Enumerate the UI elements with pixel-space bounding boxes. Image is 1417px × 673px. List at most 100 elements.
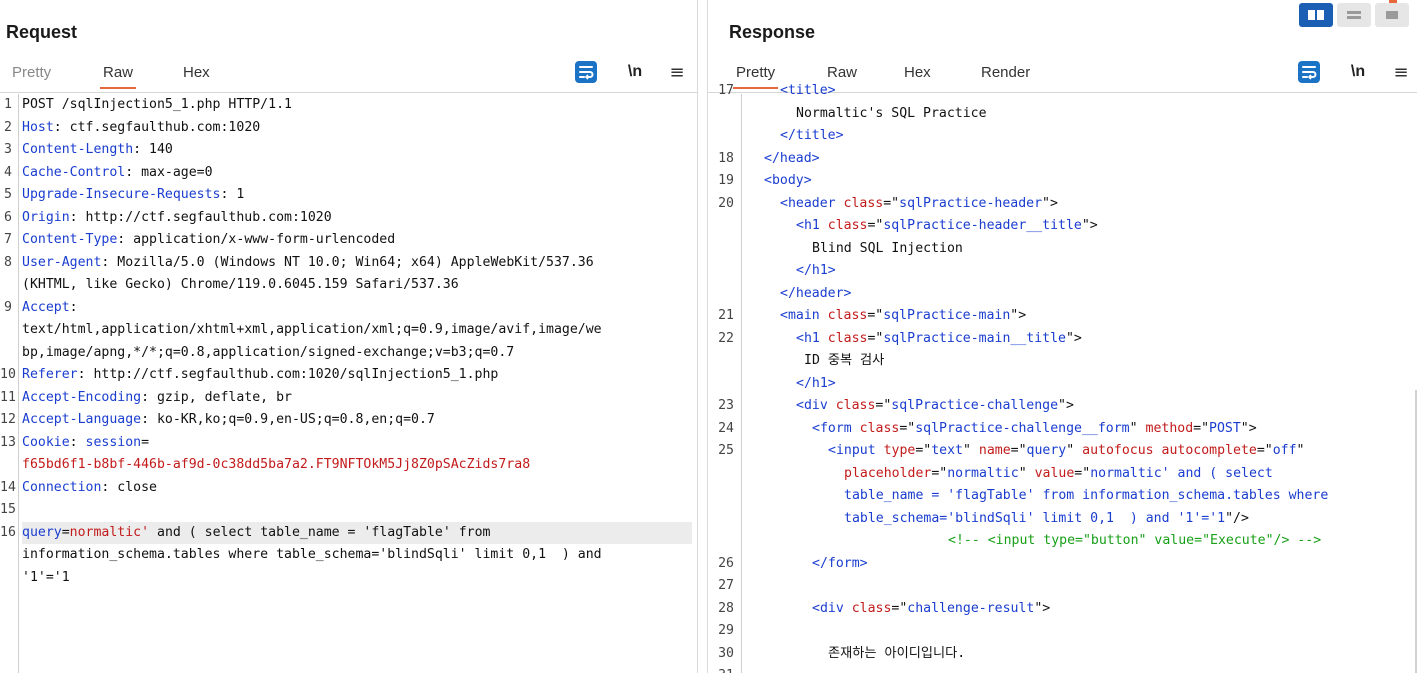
code-line: query=normaltic' and ( select table_name… bbox=[22, 521, 692, 544]
code-token: =" bbox=[891, 600, 908, 616]
code-line: Normaltic's SQL Practice bbox=[796, 103, 987, 126]
request-editor[interactable]: 1 POST /sqlInjection5_1.php HTTP/1.1 2 Host… bbox=[0, 94, 697, 673]
code-token: text bbox=[931, 443, 963, 458]
code-token: : max-age=0 bbox=[125, 164, 213, 180]
line-number: 11 bbox=[0, 389, 16, 405]
code-line: Blind SQL Injection bbox=[812, 238, 963, 261]
single-pane-icon[interactable] bbox=[1375, 3, 1409, 27]
code-token: User-Agent bbox=[22, 254, 102, 270]
code-token: <form bbox=[812, 420, 860, 436]
code-token: Accept-Encoding bbox=[22, 389, 142, 405]
code-token: =" bbox=[915, 443, 932, 458]
code-line: <h1 class="sqlPractice-main__title"> bbox=[796, 328, 1082, 351]
code-token: " bbox=[1296, 443, 1305, 458]
code-line: Origin: http://ctf.segfaulthub.com:1020 bbox=[22, 207, 332, 230]
code-token: <h1 bbox=[796, 330, 828, 346]
code-token: sqlPractice-main__title bbox=[883, 330, 1066, 346]
response-tab-render[interactable]: Render bbox=[981, 64, 1030, 81]
response-tab-hex[interactable]: Hex bbox=[904, 64, 931, 81]
line-number: 28 bbox=[718, 600, 734, 616]
code-token: class bbox=[859, 420, 900, 436]
code-token: " bbox=[1018, 465, 1035, 481]
wrap-lines-icon[interactable] bbox=[1298, 61, 1320, 83]
response-editor[interactable]: 17 <title> Normaltic's SQL Practice </title… bbox=[708, 83, 1417, 673]
code-token: normaltic' bbox=[69, 524, 150, 540]
code-token: </h1> bbox=[796, 263, 836, 278]
code-token: "> bbox=[1042, 195, 1058, 211]
code-token: : close bbox=[101, 479, 157, 495]
line-number: 1 bbox=[4, 97, 12, 112]
code-token: Content-Length bbox=[22, 142, 134, 157]
code-token: sqlPractice-main bbox=[883, 308, 1011, 323]
code-token: <title> bbox=[780, 83, 836, 98]
code-line: f65bd6f1-b8bf-446b-af9d-0c38dd5ba7a2.FT9… bbox=[22, 454, 530, 477]
line-number: 19 bbox=[718, 173, 734, 188]
response-tab-pretty[interactable]: Pretty bbox=[732, 64, 779, 89]
code-token: =" bbox=[931, 465, 948, 481]
code-token: normaltic' and ( select bbox=[1090, 465, 1273, 481]
code-token: "> bbox=[1058, 398, 1074, 413]
code-token: : bbox=[69, 299, 78, 315]
code-token: : bbox=[69, 434, 86, 450]
code-token: : 140 bbox=[133, 142, 173, 157]
code-token: </h1> bbox=[796, 375, 836, 391]
code-token: <input bbox=[828, 443, 884, 458]
request-tab-pretty[interactable]: Pretty bbox=[12, 64, 51, 81]
code-line: Content-Length: 140 bbox=[22, 139, 173, 162]
line-number: 27 bbox=[718, 578, 734, 593]
request-tab-raw[interactable]: Raw bbox=[99, 64, 137, 89]
line-number: 18 bbox=[718, 150, 734, 166]
line-number: 22 bbox=[718, 330, 734, 346]
code-token: </title> bbox=[780, 128, 844, 143]
code-token: Connection bbox=[22, 479, 102, 495]
menu-icon[interactable]: ≡ bbox=[667, 61, 687, 83]
code-token: </form> bbox=[812, 555, 868, 571]
code-token: class bbox=[851, 600, 892, 616]
code-token: normaltic bbox=[947, 465, 1019, 481]
code-line: <!-- <input type="button" value="Execute… bbox=[948, 530, 1321, 553]
code-line: </title> bbox=[780, 125, 844, 148]
split-horizontal-icon[interactable] bbox=[1299, 3, 1333, 27]
code-token: = bbox=[61, 524, 70, 540]
code-token: sqlPractice-header bbox=[899, 195, 1043, 211]
code-token: : gzip, deflate, br bbox=[141, 389, 292, 405]
code-line: (KHTML, like Gecko) Chrome/119.0.6045.15… bbox=[22, 274, 459, 297]
code-line: Accept-Language: ko-KR,ko;q=0.9,en-US;q=… bbox=[22, 409, 435, 432]
wrap-lines-icon[interactable] bbox=[575, 61, 597, 83]
code-token: </header> bbox=[780, 285, 852, 301]
code-token: autocomplete bbox=[1161, 443, 1257, 458]
code-line: '1'='1 bbox=[22, 567, 70, 590]
newline-toggle-icon[interactable]: \n bbox=[624, 61, 646, 83]
newline-toggle-icon[interactable]: \n bbox=[1347, 61, 1369, 83]
code-token: =" bbox=[867, 218, 884, 233]
code-line: Host: ctf.segfaulthub.com:1020 bbox=[22, 117, 260, 140]
line-number: 21 bbox=[718, 308, 734, 323]
response-tab-raw[interactable]: Raw bbox=[827, 64, 857, 81]
request-tab-hex[interactable]: Hex bbox=[183, 64, 210, 81]
code-line: information_schema.tables where table_sc… bbox=[22, 544, 602, 567]
pane-divider[interactable] bbox=[697, 0, 708, 673]
code-token: : 1 bbox=[220, 187, 245, 202]
code-token: class bbox=[843, 195, 884, 211]
line-number: 31 bbox=[708, 665, 734, 673]
code-token: </head> bbox=[764, 150, 820, 166]
code-token: =" bbox=[1010, 443, 1027, 458]
line-number: 14 bbox=[0, 479, 16, 495]
code-token: " bbox=[1066, 443, 1083, 458]
line-number: 8 bbox=[4, 254, 12, 270]
code-token: <div bbox=[812, 600, 852, 616]
line-number: 20 bbox=[718, 195, 734, 211]
code-token: Accept-Language bbox=[22, 412, 142, 427]
code-token: off bbox=[1272, 443, 1297, 458]
code-line: </header> bbox=[780, 283, 851, 306]
menu-icon[interactable]: ≡ bbox=[1391, 61, 1411, 83]
code-line: text/html,application/xhtml+xml,applicat… bbox=[22, 319, 602, 342]
split-vertical-icon[interactable] bbox=[1337, 3, 1371, 27]
code-token: query bbox=[22, 524, 62, 540]
code-token: Referer bbox=[22, 367, 78, 382]
code-token: =" bbox=[875, 398, 892, 413]
code-token: =" bbox=[1074, 465, 1091, 481]
code-line: <header class="sqlPractice-header"> bbox=[780, 193, 1058, 216]
code-token: <h1 bbox=[796, 218, 828, 233]
code-token: : ctf.segfaulthub.com:1020 bbox=[53, 119, 261, 135]
